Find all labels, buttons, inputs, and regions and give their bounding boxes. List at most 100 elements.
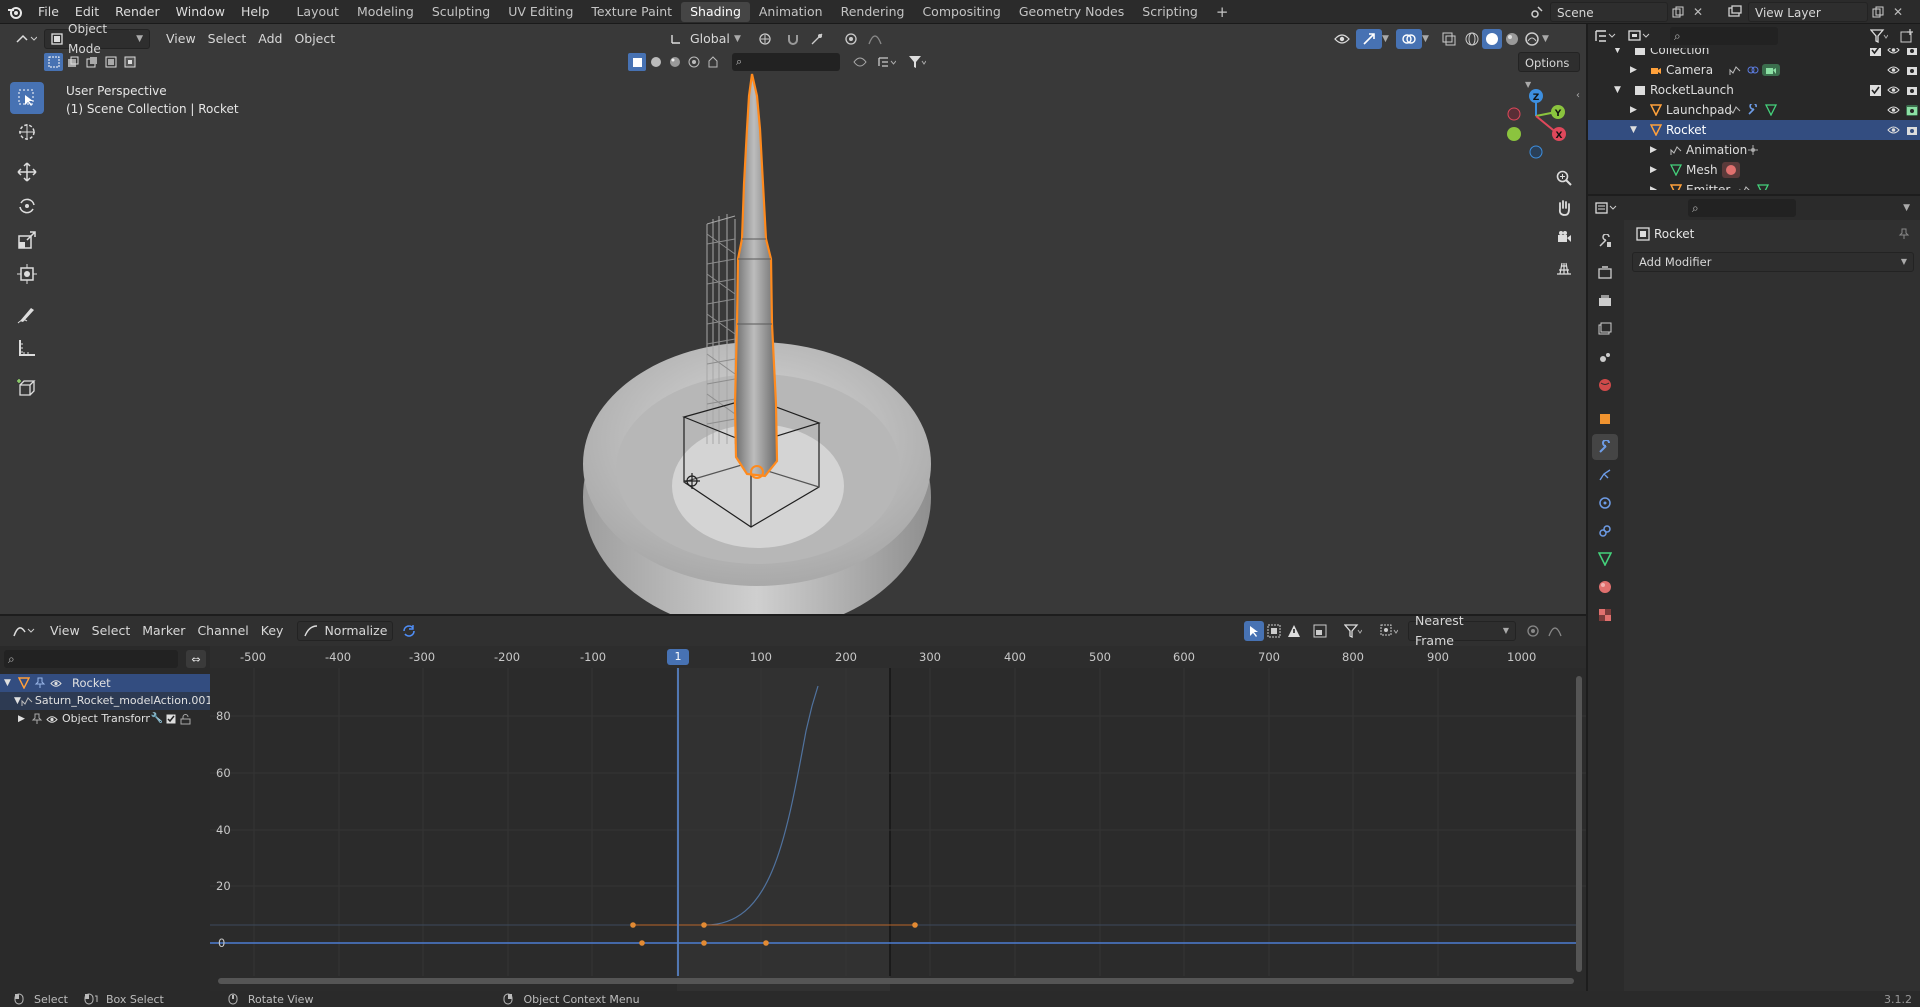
tab-compositing[interactable]: Compositing bbox=[913, 2, 1009, 22]
move-tool[interactable] bbox=[10, 156, 44, 188]
gizmo-toggle-icon[interactable] bbox=[1356, 29, 1382, 49]
snap-mode-dropdown[interactable]: Nearest Frame ▼ bbox=[1408, 613, 1516, 648]
orthographic-toggle-icon[interactable] bbox=[1550, 254, 1578, 282]
add-modifier-dropdown[interactable]: Add Modifier ▼ bbox=[1632, 252, 1914, 272]
expand-arrow-icon[interactable]: ▼ bbox=[4, 674, 16, 692]
chevron-down-icon[interactable]: ▼ bbox=[1542, 34, 1556, 44]
light-visibility-icon[interactable] bbox=[684, 56, 703, 68]
rotate-tool[interactable] bbox=[10, 190, 44, 222]
options-dropdown[interactable]: Options ▼ bbox=[1518, 52, 1580, 89]
navigation-gizmo[interactable]: Z Y X bbox=[1507, 89, 1566, 159]
pivot-point-icon[interactable] bbox=[753, 32, 781, 46]
filter-funnel-icon[interactable] bbox=[902, 55, 932, 69]
overlays-icon[interactable] bbox=[1396, 29, 1422, 49]
blender-logo-icon[interactable] bbox=[0, 0, 30, 24]
outliner-search-field[interactable]: ⌕ bbox=[1670, 27, 1778, 45]
expand-arrow-icon[interactable]: ▼ bbox=[14, 692, 21, 710]
menu-channel[interactable]: Channel bbox=[191, 621, 254, 641]
menu-render[interactable]: Render bbox=[107, 0, 168, 24]
scene-selector[interactable]: Scene ✕ bbox=[1524, 2, 1708, 22]
expand-arrow-icon[interactable]: ▶ bbox=[1630, 60, 1646, 80]
visibility-eye-icon[interactable] bbox=[1887, 105, 1900, 115]
select-extend-icon[interactable] bbox=[63, 53, 82, 71]
select-invert-icon[interactable] bbox=[101, 53, 120, 71]
snap-target-icon[interactable] bbox=[805, 32, 829, 46]
tab-rendering[interactable]: Rendering bbox=[832, 2, 914, 22]
expand-arrow-icon[interactable]: ▶ bbox=[1650, 160, 1666, 180]
scale-tool[interactable] bbox=[10, 224, 44, 256]
visibility-eye-icon[interactable] bbox=[1328, 33, 1356, 45]
chevron-down-icon[interactable]: ▼ bbox=[1422, 34, 1436, 44]
mode-dropdown[interactable]: Object Mode ▼ bbox=[44, 24, 150, 56]
checkbox-icon[interactable] bbox=[164, 714, 178, 724]
select-intersect-icon[interactable] bbox=[120, 53, 139, 71]
add-cube-tool[interactable] bbox=[10, 372, 44, 404]
close-icon[interactable]: ✕ bbox=[1888, 5, 1908, 19]
visibility-eye-icon[interactable] bbox=[1887, 85, 1900, 95]
tab-sculpting[interactable]: Sculpting bbox=[423, 2, 499, 22]
visibility-eye-icon[interactable] bbox=[1887, 48, 1900, 55]
sidebar-toggle-icon[interactable]: ‹ bbox=[1576, 90, 1580, 101]
editor-type-icon[interactable] bbox=[1588, 201, 1624, 215]
curve-visibility-icon[interactable] bbox=[665, 56, 684, 68]
menu-view[interactable]: View bbox=[44, 621, 86, 641]
tool-settings-tab-icon[interactable] bbox=[1592, 228, 1618, 254]
xray-icon[interactable] bbox=[1436, 32, 1462, 46]
tab-animation[interactable]: Animation bbox=[750, 2, 832, 22]
close-icon[interactable]: ✕ bbox=[1688, 5, 1708, 19]
only-errors-icon[interactable] bbox=[1284, 624, 1304, 638]
material-tab-icon[interactable] bbox=[1592, 574, 1618, 600]
refresh-icon[interactable] bbox=[397, 624, 421, 638]
menu-edit[interactable]: Edit bbox=[67, 0, 107, 24]
select-box-tool[interactable] bbox=[10, 82, 44, 114]
camera-view-icon[interactable] bbox=[1550, 224, 1578, 252]
properties-search-field[interactable]: ⌕ bbox=[1688, 199, 1796, 217]
checkbox-icon[interactable] bbox=[1870, 48, 1881, 56]
playhead-frame-badge[interactable]: 1 bbox=[667, 649, 689, 665]
snap-icon[interactable] bbox=[781, 32, 805, 46]
3d-viewport[interactable]: Z Y X Object Mode ▼ View Select Add Obje… bbox=[0, 24, 1586, 614]
scene-name-field[interactable]: Scene bbox=[1550, 2, 1668, 22]
render-camera-icon[interactable] bbox=[1906, 48, 1918, 56]
new-collection-icon[interactable] bbox=[1894, 29, 1920, 43]
view-layer-name-field[interactable]: View Layer bbox=[1748, 2, 1868, 22]
falloff-curve-icon[interactable] bbox=[1544, 624, 1566, 638]
expand-arrow-icon[interactable]: ▼ bbox=[1614, 48, 1630, 60]
expand-arrow-icon[interactable]: ▶ bbox=[1650, 140, 1666, 160]
select-new-icon[interactable] bbox=[44, 53, 63, 71]
tab-texture-paint[interactable]: Texture Paint bbox=[582, 2, 681, 22]
falloff-curve-icon[interactable] bbox=[863, 32, 887, 46]
visibility-eye-icon[interactable] bbox=[1887, 65, 1900, 75]
selectable-icon[interactable] bbox=[628, 53, 646, 71]
chevron-down-icon[interactable]: ▼ bbox=[1382, 34, 1396, 44]
editor-type-icon[interactable] bbox=[8, 32, 44, 46]
proportional-editing-icon[interactable] bbox=[839, 32, 863, 46]
menu-window[interactable]: Window bbox=[168, 0, 233, 24]
world-tab-icon[interactable] bbox=[1592, 372, 1618, 398]
output-tab-icon[interactable] bbox=[1592, 288, 1618, 314]
chevron-down-icon[interactable]: ▼ bbox=[1903, 203, 1910, 213]
filter-funnel-icon[interactable] bbox=[1338, 624, 1368, 638]
camera-visibility-icon[interactable] bbox=[703, 56, 722, 68]
render-camera-icon[interactable] bbox=[1906, 125, 1918, 136]
render-tab-icon[interactable] bbox=[1592, 260, 1618, 286]
render-camera-icon[interactable] bbox=[1906, 65, 1918, 76]
editor-type-icon[interactable] bbox=[1588, 29, 1622, 43]
menu-view[interactable]: View bbox=[160, 29, 202, 49]
particles-tab-icon[interactable] bbox=[1592, 462, 1618, 488]
channel-row-object[interactable]: ▼ Rocket bbox=[0, 674, 210, 692]
solid-shading-icon[interactable] bbox=[1482, 29, 1502, 49]
chevron-down-icon[interactable]: ▼ bbox=[734, 34, 741, 44]
swap-icon[interactable]: ⇔ bbox=[186, 650, 206, 668]
visibility-eye-icon[interactable] bbox=[48, 679, 64, 688]
view-layer-tab-icon[interactable] bbox=[1592, 316, 1618, 342]
view-object-types-icon[interactable] bbox=[848, 57, 872, 67]
constraints-tab-icon[interactable] bbox=[1592, 518, 1618, 544]
tab-layout[interactable]: Layout bbox=[287, 2, 348, 22]
physics-tab-icon[interactable] bbox=[1592, 490, 1618, 516]
auto-view-icon[interactable] bbox=[1308, 624, 1332, 638]
select-subtract-icon[interactable] bbox=[82, 53, 101, 71]
render-camera-icon[interactable] bbox=[1906, 85, 1918, 96]
channel-search-field[interactable]: ⌕ bbox=[4, 650, 178, 668]
checkbox-icon[interactable] bbox=[1870, 84, 1881, 96]
